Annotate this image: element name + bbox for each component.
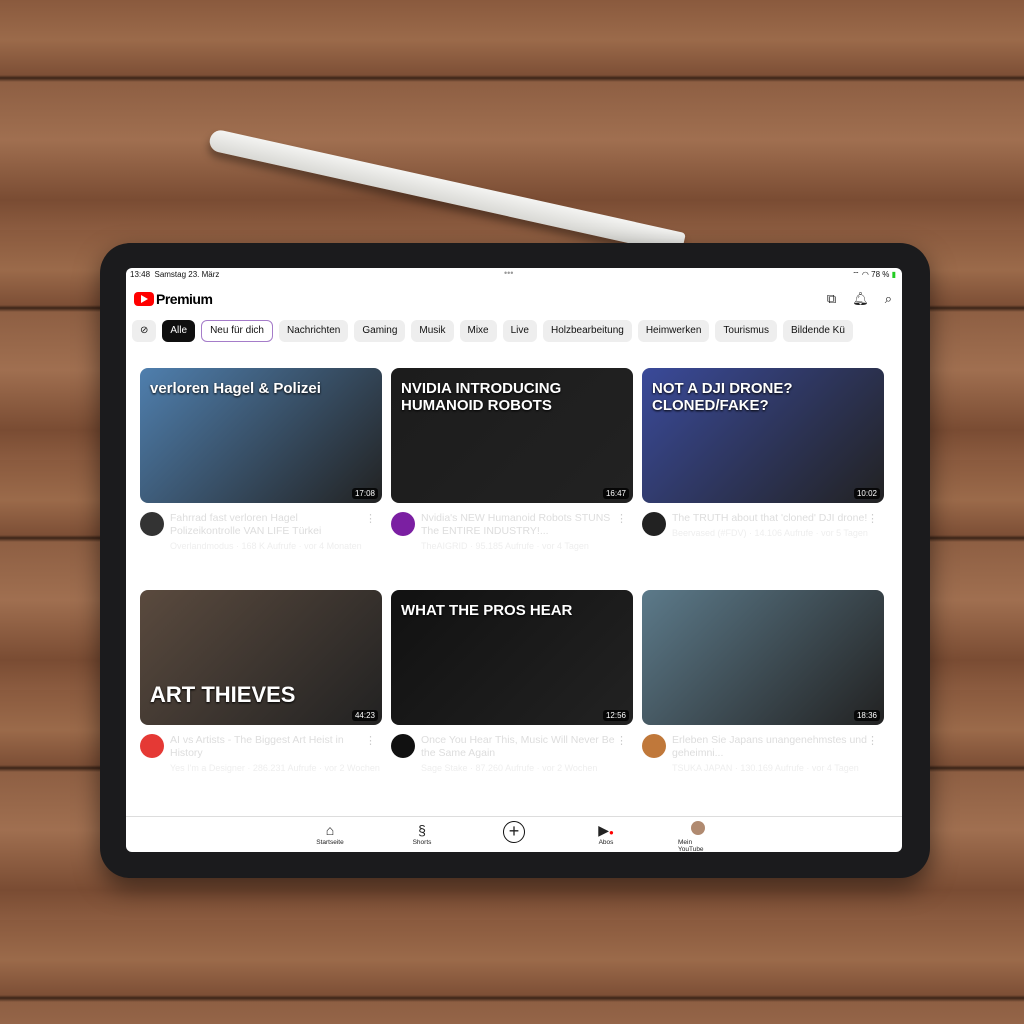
video-thumbnail[interactable]: NVIDIA INTRODUCING HUMANOID ROBOTS 16:47 xyxy=(391,368,633,503)
video-title[interactable]: Once You Hear This, Music Will Never Be … xyxy=(421,734,617,760)
thumbnail-text: WHAT THE PROS HEAR xyxy=(401,602,573,619)
video-card[interactable]: verloren Hagel & Polizei 17:08 Fahrrad f… xyxy=(140,368,382,552)
video-thumbnail[interactable]: verloren Hagel & Polizei 17:08 xyxy=(140,368,382,503)
video-meta: Yes I'm a Designer · 286.231 Aufrufe · v… xyxy=(170,763,380,773)
video-duration: 44:23 xyxy=(351,710,378,721)
video-duration: 17:08 xyxy=(351,488,378,499)
top-bar: Premium ⧉ 🔔︎ ⌕ xyxy=(134,288,892,310)
nav-create[interactable]: + xyxy=(494,821,534,852)
video-duration: 10:02 xyxy=(853,488,880,499)
channel-avatar[interactable] xyxy=(642,512,666,536)
youtube-play-icon xyxy=(134,292,154,306)
thumbnail-text: verloren Hagel & Polizei xyxy=(150,380,321,397)
nav-startseite[interactable]: ⌂ Startseite xyxy=(310,821,350,852)
more-options-icon[interactable]: ⋮ xyxy=(365,512,376,525)
chip-live[interactable]: Live xyxy=(502,320,537,342)
channel-avatar[interactable] xyxy=(140,512,164,536)
multitask-dots[interactable]: ••• xyxy=(504,268,513,278)
thumbnail-text: NOT A DJI DRONE? CLONED/FAKE? xyxy=(652,380,793,414)
avatar-icon xyxy=(691,821,705,839)
chip-heimwerken[interactable]: Heimwerken xyxy=(637,320,710,342)
battery-level: 78 % xyxy=(871,270,890,279)
channel-avatar[interactable] xyxy=(391,734,415,758)
video-meta: Beervased (#FDV) · 14.106 Aufrufe · vor … xyxy=(672,528,868,538)
video-meta: TSUKA JAPAN · 130.169 Aufrufe · vor 4 Ta… xyxy=(672,763,859,773)
video-title[interactable]: Nvidia's NEW Humanoid Robots STUNS The E… xyxy=(421,512,617,538)
compass-icon: ⊘ xyxy=(140,325,149,336)
video-meta: TheAIGRID · 95.185 Aufrufe · vor 4 Tagen xyxy=(421,541,589,551)
chip-mixe[interactable]: Mixe xyxy=(459,320,497,342)
subscriptions-icon: ▶● xyxy=(598,822,614,838)
chip-gaming[interactable]: Gaming xyxy=(354,320,406,342)
apple-pencil xyxy=(207,128,686,255)
nav-label: Shorts xyxy=(412,839,432,846)
create-plus-icon: + xyxy=(503,821,525,843)
bottom-nav: ⌂ Startseite § Shorts + ▶● Abos Mein YouTub… xyxy=(126,816,902,852)
more-options-icon[interactable]: ⋮ xyxy=(867,734,878,747)
thumbnail-text: NVIDIA INTRODUCING HUMANOID ROBOTS xyxy=(401,380,562,414)
chip-alle[interactable]: Alle xyxy=(162,320,196,342)
search-icon[interactable]: ⌕ xyxy=(885,291,892,307)
video-thumbnail[interactable]: 18:36 xyxy=(642,590,884,725)
nav-abos[interactable]: ▶● Abos xyxy=(586,821,626,852)
chip-tourismus[interactable]: Tourismus xyxy=(715,320,777,342)
explore-button[interactable]: ⊘ xyxy=(132,320,157,342)
video-card[interactable]: 18:36 Erleben Sie Japans unangenehmstes … xyxy=(642,590,884,774)
chip-musik[interactable]: Musik xyxy=(411,320,454,342)
brand-label: Premium xyxy=(156,291,213,307)
nav-mein-youtube[interactable]: Mein YouTube xyxy=(678,821,718,852)
video-meta: Sage Stake · 87.260 Aufrufe · vor 2 Woch… xyxy=(421,763,598,773)
nav-label: Abos xyxy=(598,839,614,846)
channel-avatar[interactable] xyxy=(642,734,666,758)
shorts-icon: § xyxy=(418,822,426,838)
video-title[interactable]: The TRUTH about that 'cloned' DJI drone! xyxy=(672,512,868,525)
video-duration: 12:56 xyxy=(602,710,629,721)
video-card[interactable]: NVIDIA INTRODUCING HUMANOID ROBOTS 16:47… xyxy=(391,368,633,552)
more-options-icon[interactable]: ⋮ xyxy=(365,734,376,747)
more-options-icon[interactable]: ⋮ xyxy=(616,734,627,747)
video-thumbnail[interactable]: NOT A DJI DRONE? CLONED/FAKE? 10:02 xyxy=(642,368,884,503)
more-options-icon[interactable]: ⋮ xyxy=(867,512,878,525)
home-icon: ⌂ xyxy=(325,822,335,838)
chip-nachrichten[interactable]: Nachrichten xyxy=(279,320,349,342)
chip-bar: ⊘ Alle Neu für dich Nachrichten Gaming M… xyxy=(132,320,853,342)
video-card[interactable]: ART THIEVES 44:23 AI vs Artists - The Bi… xyxy=(140,590,382,774)
video-meta: Overlandmodus · 168 K Aufrufe · vor 4 Mo… xyxy=(170,541,362,551)
video-card[interactable]: NOT A DJI DRONE? CLONED/FAKE? 10:02 The … xyxy=(642,368,884,539)
video-title[interactable]: AI vs Artists - The Biggest Art Heist in… xyxy=(170,734,366,760)
bell-icon[interactable]: 🔔︎ xyxy=(852,291,869,307)
channel-avatar[interactable] xyxy=(391,512,415,536)
status-right: ⌔ ◠ 78 % ▮ xyxy=(852,270,896,279)
nav-shorts[interactable]: § Shorts xyxy=(402,821,442,852)
channel-avatar[interactable] xyxy=(140,734,164,758)
chip-neu-fuer-dich[interactable]: Neu für dich xyxy=(201,320,273,342)
nav-label: Mein YouTube xyxy=(678,839,704,852)
thumbnail-text: ART THIEVES xyxy=(150,682,296,707)
video-thumbnail[interactable]: ART THIEVES 44:23 xyxy=(140,590,382,725)
video-title[interactable]: Fahrrad fast verloren Hagel Polizeikontr… xyxy=(170,512,366,538)
video-thumbnail[interactable]: WHAT THE PROS HEAR 12:56 xyxy=(391,590,633,725)
status-time: 13:48 xyxy=(130,270,151,279)
youtube-screen: 13:48 Samstag 23. März ⌔ ◠ 78 % ▮ ••• Pr… xyxy=(126,268,902,852)
video-title[interactable]: Erleben Sie Japans unangenehmstes und ge… xyxy=(672,734,868,760)
video-duration: 16:47 xyxy=(602,488,629,499)
battery-icon: ▮ xyxy=(891,270,896,279)
cast-icon[interactable]: ⧉ xyxy=(827,291,836,307)
nav-label: Startseite xyxy=(316,839,344,846)
more-options-icon[interactable]: ⋮ xyxy=(616,512,627,525)
chip-bildende-kunst[interactable]: Bildende Kü xyxy=(782,320,853,342)
status-date: Samstag 23. März xyxy=(154,270,220,279)
video-card[interactable]: WHAT THE PROS HEAR 12:56 Once You Hear T… xyxy=(391,590,633,774)
video-duration: 18:36 xyxy=(853,710,880,721)
chip-holzbearbeitung[interactable]: Holzbearbeitung xyxy=(542,320,632,342)
youtube-logo[interactable]: Premium xyxy=(134,291,213,307)
